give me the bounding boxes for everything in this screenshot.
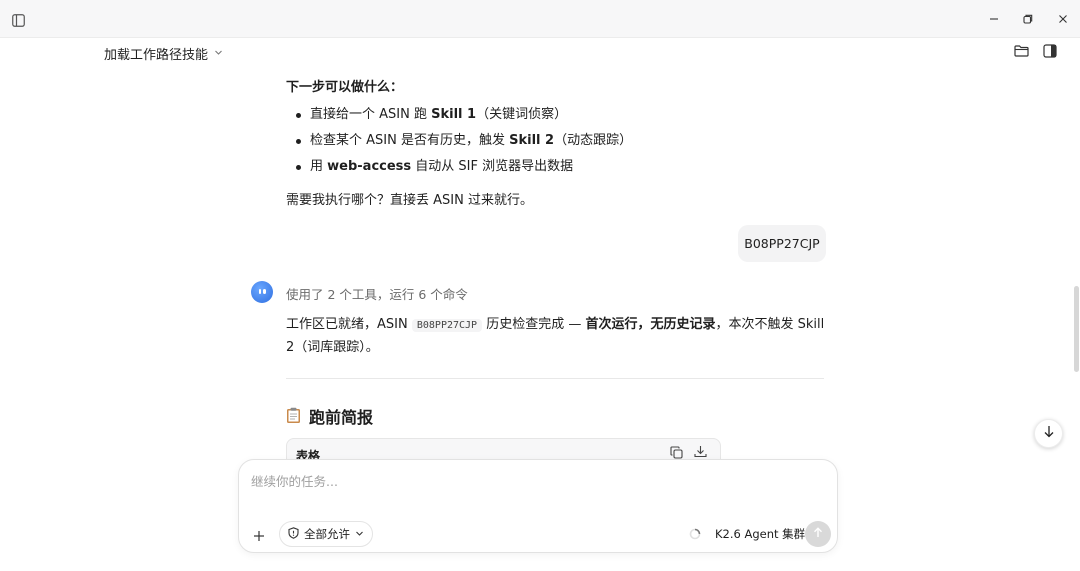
composer: 全部允许 K2.6 Agent 集群 (238, 459, 838, 553)
list-item: 检查某个 ASIN 是否有历史，触发 Skill 2（动态跟踪） (296, 132, 632, 158)
title-bar (0, 0, 1080, 38)
close-icon[interactable] (1055, 11, 1071, 27)
minimize-icon[interactable] (986, 11, 1002, 27)
conversation-title-label: 加载工作路径技能 (104, 48, 209, 63)
brief-heading: 跑前简报 (286, 404, 373, 428)
add-attachment-button[interactable] (247, 524, 271, 548)
list-item: 直接给一个 ASIN 跑 Skill 1（关键词侦察） (296, 106, 632, 132)
permission-dropdown[interactable]: 全部允许 (279, 521, 373, 547)
permission-label: 全部允许 (304, 527, 350, 541)
model-selector[interactable]: K2.6 Agent 集群 (715, 526, 805, 542)
arrow-up-icon (813, 526, 823, 542)
next-steps-heading: 下一步可以做什么： (286, 80, 404, 95)
list-item: 用 web-access 自动从 SIF 浏览器导出数据 (296, 158, 632, 184)
user-message-bubble: B08PP27CJP (738, 225, 826, 262)
arrow-down-icon (1043, 425, 1055, 442)
panel-icon[interactable] (1043, 44, 1059, 60)
assistant-ask: 需要我执行哪个？直接丢 ASIN 过来就行。 (286, 193, 533, 208)
copy-icon[interactable] (670, 446, 684, 460)
avatar-eye (263, 289, 266, 294)
next-steps-list: 直接给一个 ASIN 跑 Skill 1（关键词侦察） 检查某个 ASIN 是否… (296, 106, 632, 184)
clipboard-icon (286, 407, 302, 425)
conversation-title[interactable]: 加载工作路径技能 (104, 44, 223, 63)
user-message-text: B08PP27CJP (744, 236, 820, 251)
task-input[interactable] (251, 470, 811, 492)
scrollbar-thumb[interactable] (1074, 286, 1079, 372)
send-button[interactable] (805, 521, 831, 547)
asin-code: B08PP27CJP (411, 319, 483, 332)
divider (286, 378, 824, 379)
folder-icon[interactable] (1014, 44, 1030, 60)
chevron-down-icon (355, 527, 364, 541)
restore-icon[interactable] (1020, 11, 1036, 27)
tools-summary[interactable]: 使用了 2 个工具，运行 6 个命令 (286, 284, 468, 303)
download-icon[interactable] (694, 445, 708, 459)
avatar-eye (258, 289, 261, 294)
assistant-avatar (251, 281, 273, 303)
shield-icon (288, 526, 299, 542)
scrollbar[interactable] (1072, 38, 1080, 571)
chevron-down-icon (214, 46, 223, 61)
scroll-to-bottom-button[interactable] (1034, 419, 1063, 448)
sidebar-toggle-icon[interactable] (10, 12, 26, 28)
loading-spinner-icon (689, 528, 701, 540)
assistant-result: 工作区已就绪，ASIN B08PP27CJP 历史检查完成 — 首次运行，无历史… (286, 317, 825, 355)
